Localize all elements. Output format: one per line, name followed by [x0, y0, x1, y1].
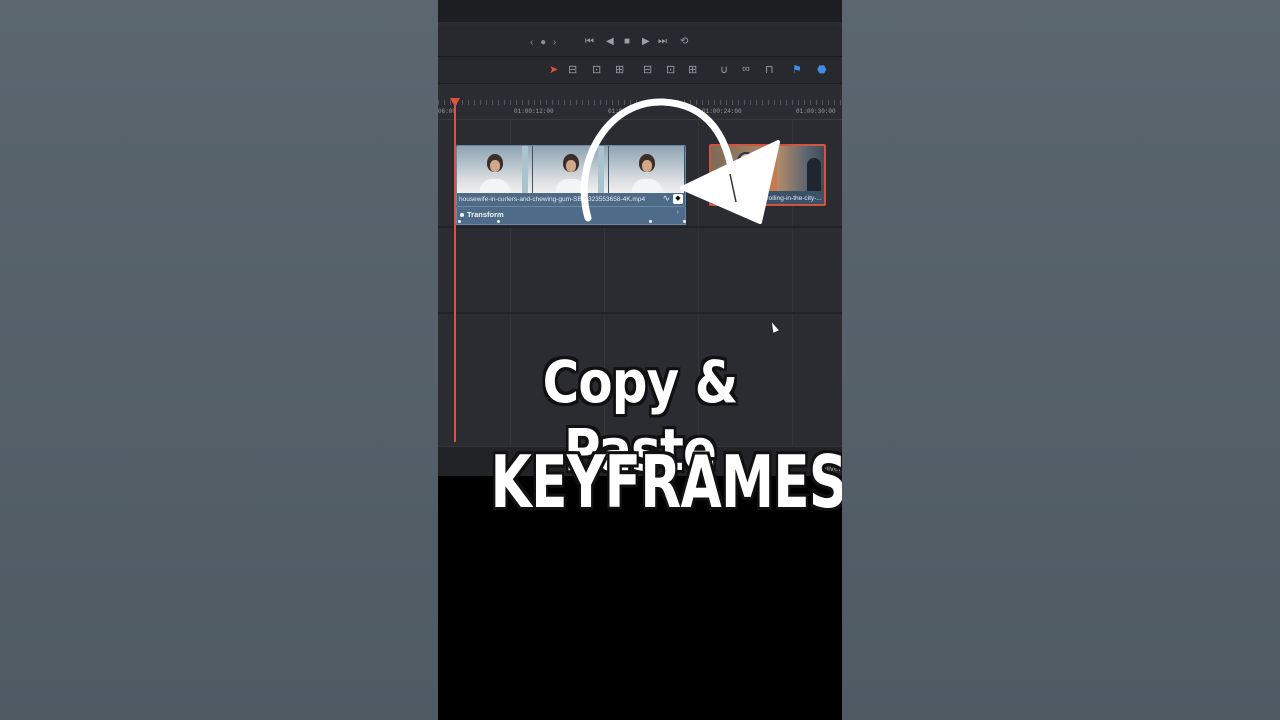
replace-icon[interactable]: ⊞: [688, 63, 697, 76]
keyframe-marker[interactable]: [458, 220, 461, 223]
snap-icon[interactable]: ∪: [720, 63, 728, 76]
lane-bullet-icon: [460, 213, 464, 217]
viewer-area: [438, 0, 842, 22]
flag-icon[interactable]: ⚑: [792, 63, 802, 76]
keyframe-lane-label: Transform: [467, 210, 504, 219]
hand-drawn-arrow-icon: [580, 98, 780, 224]
dynamic-trim-icon[interactable]: ⊡: [592, 63, 601, 76]
edit-toolbar: ➤ ⊟ ⊡ ⊞ ⊟ ⊡ ⊞ ∪ ∞ ⊓ ⚑ ⬣: [438, 57, 842, 84]
resolve-video-frame: ‹ ● › ⏮ ◀ ■ ▶ ⏭ ⟲ ➤ ⊟ ⊡ ⊞ ⊟ ⊡ ⊞ ∪ ∞ ⊓ ⚑ …: [438, 0, 842, 720]
timecode-label: 01:00:30:00: [796, 108, 836, 115]
insert-icon[interactable]: ⊟: [643, 63, 652, 76]
link-icon[interactable]: ∞: [742, 63, 750, 75]
loop-icon[interactable]: ⟲: [680, 36, 688, 47]
skip-forward-icon[interactable]: ⏭: [658, 36, 667, 47]
lock-icon[interactable]: ⊓: [765, 63, 774, 76]
caption-subtitle: KEYFRAMES: [490, 440, 842, 524]
transport-bar: ‹ ● › ⏮ ◀ ■ ▶ ⏭ ⟲: [438, 27, 842, 57]
clip-thumbnail: [457, 146, 533, 193]
blade-icon[interactable]: ⊞: [615, 63, 624, 76]
track-separator: [438, 312, 842, 314]
clip-navigation[interactable]: ‹ ● ›: [530, 37, 558, 48]
marker-icon[interactable]: ⬣: [817, 63, 827, 76]
right-background-panel: [842, 0, 1280, 720]
stop-icon[interactable]: ■: [624, 36, 630, 47]
keyframe-marker[interactable]: [497, 220, 500, 223]
overwrite-icon[interactable]: ⊡: [666, 63, 675, 76]
play-icon[interactable]: ▶: [642, 36, 650, 47]
left-background-panel: [0, 0, 438, 720]
skip-back-icon[interactable]: ⏮: [585, 36, 594, 47]
timecode-label: 01:00:12:00: [514, 108, 554, 115]
trim-icon[interactable]: ⊟: [568, 63, 577, 76]
reverse-play-icon[interactable]: ◀: [606, 36, 614, 47]
playhead[interactable]: [454, 100, 456, 442]
select-arrow-icon[interactable]: ➤: [549, 63, 558, 76]
